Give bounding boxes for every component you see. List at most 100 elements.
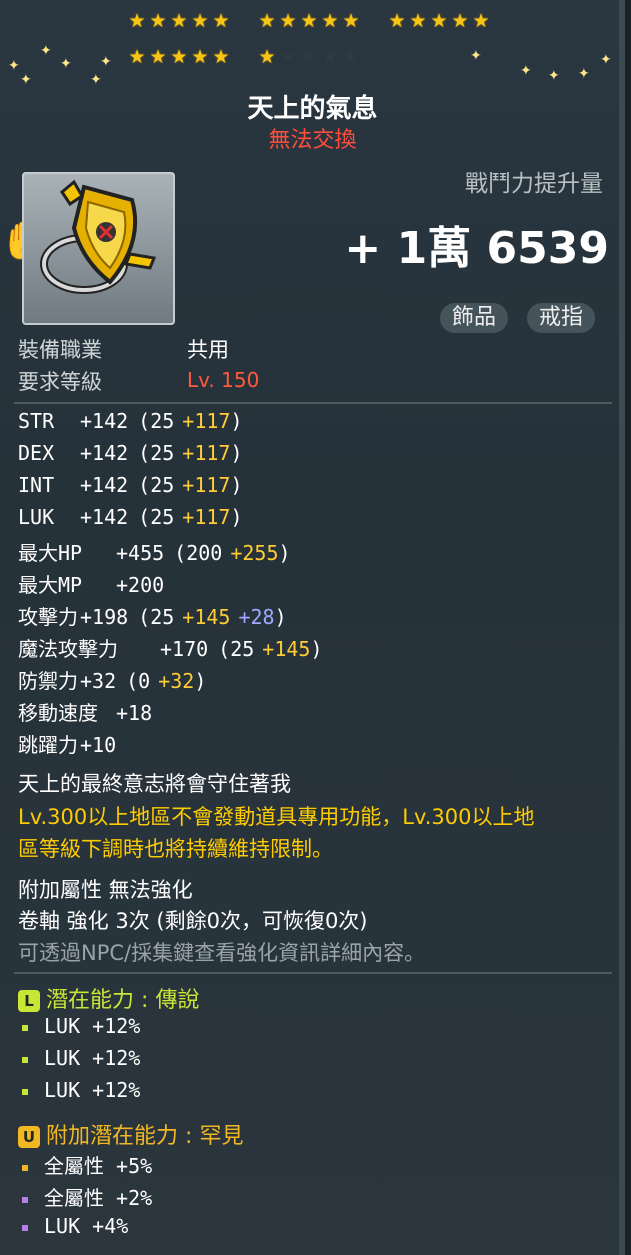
bonus-potential-title: 附加潛在能力 <box>46 1124 179 1149</box>
enhance-line-3: 可透過NPC/採集鍵查看強化資訊詳細內容。 <box>18 941 426 965</box>
stat-value: +10 <box>80 733 117 757</box>
sparkle-icon: ✦ <box>470 48 482 64</box>
star-icon: ★ <box>149 10 167 32</box>
bullet-icon <box>22 1056 28 1063</box>
stat-name: LUK <box>18 505 55 529</box>
sparkle-icon: ✦ <box>60 56 72 72</box>
stat-name: 攻擊力 <box>18 605 78 629</box>
star-icon: ★ <box>258 46 276 68</box>
potential-header: L 潛在能力 : 傳說 <box>18 982 199 1014</box>
item-icon-box <box>22 172 175 325</box>
trade-status: 無法交換 <box>268 128 357 153</box>
bonus-potential-line-text: LUK +4% <box>44 1214 129 1238</box>
potential-grade: 傳說 <box>155 988 200 1013</box>
star-icon: ★ <box>128 10 146 32</box>
star-row: ★ ★ ★ ★ ★ ★ ★ ★ ★ ★ ★ ★ ★ ★ ★ <box>0 8 625 48</box>
subcategory-tag: 戒指 <box>527 303 596 333</box>
star-icon: ★ <box>342 10 360 32</box>
stat-bonus: +117 <box>182 473 231 497</box>
stat-value: +170 <box>160 637 209 661</box>
stat-row: DEX +142 (25 +117) <box>18 441 243 465</box>
star-icon: ★ <box>342 46 360 68</box>
potential-line: LUK +12% <box>22 1078 140 1102</box>
star-icon: ★ <box>300 46 318 68</box>
star-icon: ★ <box>170 10 188 32</box>
stat-base: (25 <box>138 505 175 529</box>
stat-base: (25 <box>138 473 175 497</box>
stat-close: ) <box>278 541 291 565</box>
star-icon: ★ <box>212 46 230 68</box>
stat-value: +142 <box>80 505 129 529</box>
stat-close: ) <box>310 637 323 661</box>
star-icon: ★ <box>451 10 469 32</box>
stat-base: (25 <box>218 637 255 661</box>
potential-line-text: LUK +12% <box>44 1014 141 1038</box>
stat-value: +32 <box>80 669 117 693</box>
stat-row: 攻擊力 +198 (25 +145 +28) <box>18 601 287 630</box>
rare-badge-icon: U <box>18 1126 40 1148</box>
tooltip-edge <box>619 0 625 1255</box>
sparkle-icon: ✦ <box>578 66 590 82</box>
stat-bonus: +117 <box>182 409 231 433</box>
stat-name: 移動速度 <box>18 701 98 725</box>
stat-close: ) <box>230 441 243 465</box>
stat-base: (25 <box>138 441 175 465</box>
bullet-icon <box>22 1024 28 1031</box>
sparkle-icon: ✦ <box>100 54 112 70</box>
stat-base: (0 <box>126 669 151 693</box>
stat-base: (200 <box>174 541 223 565</box>
sparkle-icon: ✦ <box>20 72 32 88</box>
bullet-icon <box>22 1088 28 1095</box>
enhance-line-1: 附加屬性 無法強化 <box>18 878 193 902</box>
category-tag: 飾品 <box>440 303 509 333</box>
sparkle-icon: ✦ <box>40 43 52 59</box>
stat-name: DEX <box>18 441 55 465</box>
star-icon: ★ <box>279 46 297 68</box>
sparkle-icon: ✦ <box>8 58 20 74</box>
stat-row: 最大HP +455 (200 +255) <box>18 537 291 566</box>
bonus-potential-line: LUK +4% <box>22 1214 128 1238</box>
job-label: 裝備職業 <box>18 338 102 362</box>
power-value: + 1萬 6539 <box>344 223 609 274</box>
star-icon: ★ <box>388 10 406 32</box>
star-icon: ★ <box>409 10 427 32</box>
stat-row: INT +142 (25 +117) <box>18 473 243 497</box>
stat-row: 最大MP +200 <box>18 569 164 598</box>
bonus-potential-line-text: 全屬性 +2% <box>44 1186 153 1210</box>
stat-bonus: +255 <box>230 541 279 565</box>
star-icon: ★ <box>321 46 339 68</box>
stat-value: +198 <box>80 605 129 629</box>
enhance-line-2: 卷軸 強化 3次 (剩餘0次，可恢復0次) <box>18 909 368 933</box>
stat-value: +200 <box>116 573 165 597</box>
level-value: Lv. 150 <box>187 368 260 392</box>
sparkle-icon: ✦ <box>520 63 532 79</box>
flavor-text: 天上的最終意志將會守住著我 <box>18 772 291 796</box>
restriction-line-2: 區等級下調時也將持續維持限制。 <box>18 837 333 861</box>
star-force-rows: ★ ★ ★ ★ ★ ★ ★ ★ ★ ★ ★ ★ ★ ★ ★ ★ ★ ★ ★ ★ ★ ★ ★ ★ ★ ✦ ✦ ✦ ✦ ✦ ✦ ✦ ✦ ✦ ✦ ✦ <box>0 8 625 89</box>
stat-base: (25 <box>138 605 175 629</box>
divider <box>14 972 612 974</box>
power-label: 戰鬥力提升量 <box>465 171 603 197</box>
stat-name: STR <box>18 409 55 433</box>
stat-bonus: +145 <box>262 637 311 661</box>
star-icon: ★ <box>430 10 448 32</box>
stat-bonus: +32 <box>158 669 195 693</box>
bonus-potential-header: U 附加潛在能力 : 罕見 <box>18 1118 243 1150</box>
potential-line-text: LUK +12% <box>44 1078 141 1102</box>
stat-name: 防禦力 <box>18 669 78 693</box>
restriction-line-1: Lv.300以上地區不會發動道具專用功能，Lv.300以上地 <box>18 805 535 829</box>
stat-name: 最大MP <box>18 573 83 597</box>
star-icon: ★ <box>472 10 490 32</box>
stat-value: +142 <box>80 441 129 465</box>
ring-icon <box>40 179 157 294</box>
stat-value: +455 <box>116 541 165 565</box>
sparkle-icon: ✦ <box>548 68 560 84</box>
divider <box>14 402 612 404</box>
stat-bonus: +117 <box>182 441 231 465</box>
stat-name: 魔法攻擊力 <box>18 637 118 661</box>
star-icon: ★ <box>191 46 209 68</box>
star-icon: ★ <box>212 10 230 32</box>
star-icon: ★ <box>279 10 297 32</box>
stat-close: ) <box>194 669 207 693</box>
bonus-potential-separator: : <box>185 1124 193 1149</box>
